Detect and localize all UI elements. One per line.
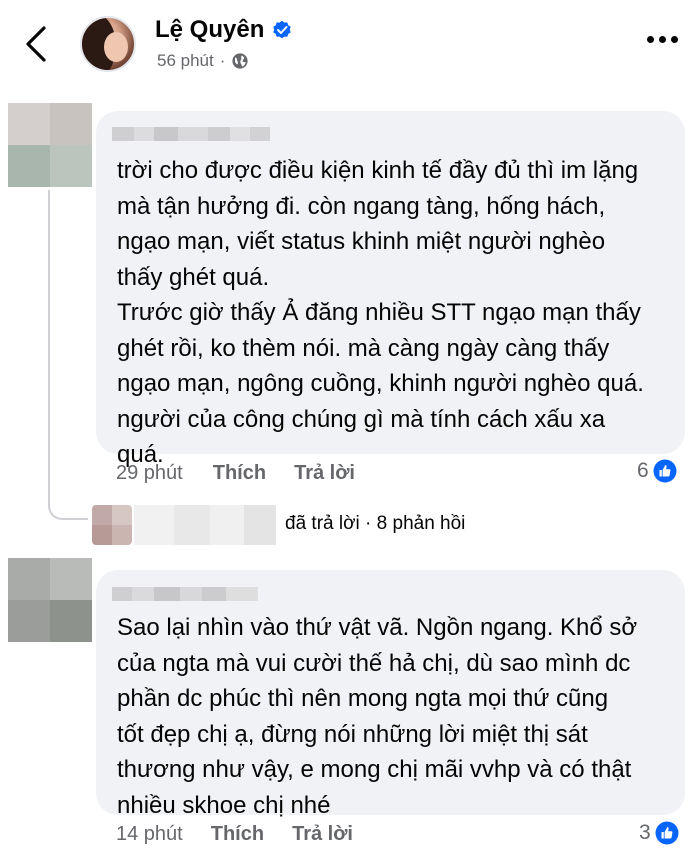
more-icon[interactable] <box>647 36 678 43</box>
comment-actions: 29 phút Thích Trả lời <box>116 462 355 485</box>
author-name[interactable]: Lệ Quyên <box>155 16 264 44</box>
like-reaction-icon <box>653 459 677 483</box>
like-button[interactable]: Thích <box>211 823 264 846</box>
avatar[interactable] <box>80 16 136 72</box>
comment-time[interactable]: 29 phút <box>116 462 183 485</box>
comment-text: trời cho được điều kiện kinh tế đầy đủ t… <box>117 157 644 468</box>
reaction-count-text: 3 <box>639 821 651 844</box>
reply-button[interactable]: Trả lời <box>294 462 355 485</box>
reaction-count-text: 6 <box>637 459 649 482</box>
post-header: Lệ Quyên 56 phút · <box>0 0 700 88</box>
comment-text: Sao lại nhìn vào thứ vật vã. Ngồn ngang.… <box>117 614 638 819</box>
verified-badge-icon <box>273 20 292 39</box>
comment-time[interactable]: 14 phút <box>116 823 183 846</box>
thread-line <box>48 190 88 520</box>
reaction-count[interactable]: 6 <box>637 459 677 483</box>
commenter-avatar[interactable] <box>8 103 92 187</box>
replies-summary: đã trả lời · 8 phản hồi <box>285 513 466 534</box>
comment-actions: 14 phút Thích Trả lời <box>116 823 353 846</box>
post-meta: 56 phút · <box>157 51 249 71</box>
like-reaction-icon <box>655 821 679 845</box>
globe-icon <box>232 53 249 69</box>
view-replies-link[interactable]: đã trả lời · 8 phản hồi <box>285 513 465 535</box>
commenter-avatar[interactable] <box>8 558 92 642</box>
post-time[interactable]: 56 phút <box>157 51 214 71</box>
reply-button[interactable]: Trả lời <box>292 823 353 846</box>
chevron-left-icon[interactable] <box>22 24 52 64</box>
reply-author-name[interactable] <box>134 505 276 545</box>
commenter-name[interactable] <box>112 587 258 601</box>
like-button[interactable]: Thích <box>213 462 266 485</box>
reaction-count[interactable]: 3 <box>639 821 679 845</box>
commenter-name[interactable] <box>112 127 270 141</box>
reply-avatar[interactable] <box>92 505 132 545</box>
meta-separator: · <box>219 51 226 70</box>
author-row: Lệ Quyên <box>155 16 292 44</box>
